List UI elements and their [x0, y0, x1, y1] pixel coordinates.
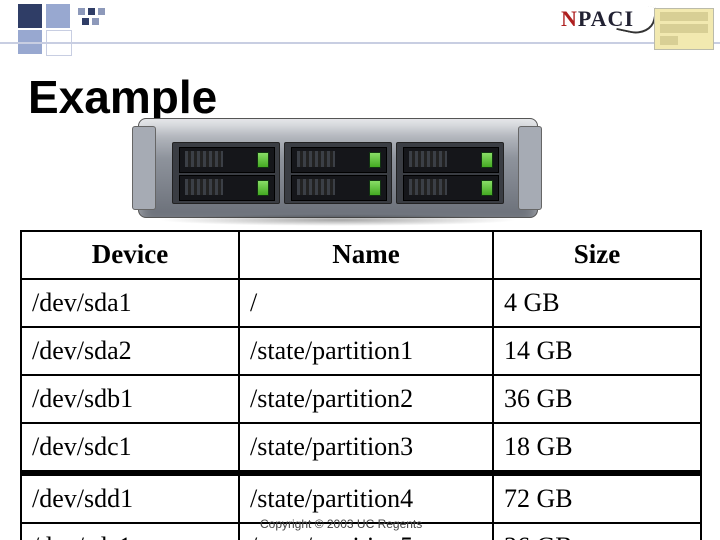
- npaci-logo: NPACI: [561, 6, 634, 32]
- cell-name: /: [239, 279, 493, 327]
- col-size: Size: [493, 231, 701, 279]
- table-row: /dev/sda2/state/partition114 GB: [21, 327, 701, 375]
- cell-size: 36 GB: [493, 523, 701, 540]
- table-row: /dev/sdb1/state/partition236 GB: [21, 375, 701, 423]
- cell-device: /dev/sda1: [21, 279, 239, 327]
- table-row: /dev/sda1/4 GB: [21, 279, 701, 327]
- cell-size: 36 GB: [493, 375, 701, 423]
- cell-name: /state/partition4: [239, 473, 493, 523]
- col-device: Device: [21, 231, 239, 279]
- table-row: /dev/sdc1/state/partition318 GB: [21, 423, 701, 473]
- cell-device: /dev/sde1: [21, 523, 239, 540]
- cell-device: /dev/sdb1: [21, 375, 239, 423]
- cell-size: 18 GB: [493, 423, 701, 473]
- cell-size: 14 GB: [493, 327, 701, 375]
- table-row: /dev/sdd1/state/partition472 GB: [21, 473, 701, 523]
- corner-card-icon: [654, 8, 714, 50]
- cell-device: /dev/sda2: [21, 327, 239, 375]
- cell-device: /dev/sdc1: [21, 423, 239, 473]
- decorative-header: NPACI: [0, 0, 720, 54]
- table-header-row: Device Name Size: [21, 231, 701, 279]
- cell-name: /state/partition2: [239, 375, 493, 423]
- cell-name: /state/partition1: [239, 327, 493, 375]
- cell-device: /dev/sdd1: [21, 473, 239, 523]
- server-image: [138, 118, 536, 228]
- cell-size: 72 GB: [493, 473, 701, 523]
- slide-title: Example: [28, 70, 217, 124]
- cell-size: 4 GB: [493, 279, 701, 327]
- cell-name: /state/partition3: [239, 423, 493, 473]
- partition-table: Device Name Size /dev/sda1/4 GB/dev/sda2…: [20, 230, 700, 540]
- slide: NPACI Example Device Name Size /dev/sda1…: [0, 0, 720, 540]
- col-name: Name: [239, 231, 493, 279]
- copyright-text: Copyright © 2003 UC Regents: [260, 517, 422, 531]
